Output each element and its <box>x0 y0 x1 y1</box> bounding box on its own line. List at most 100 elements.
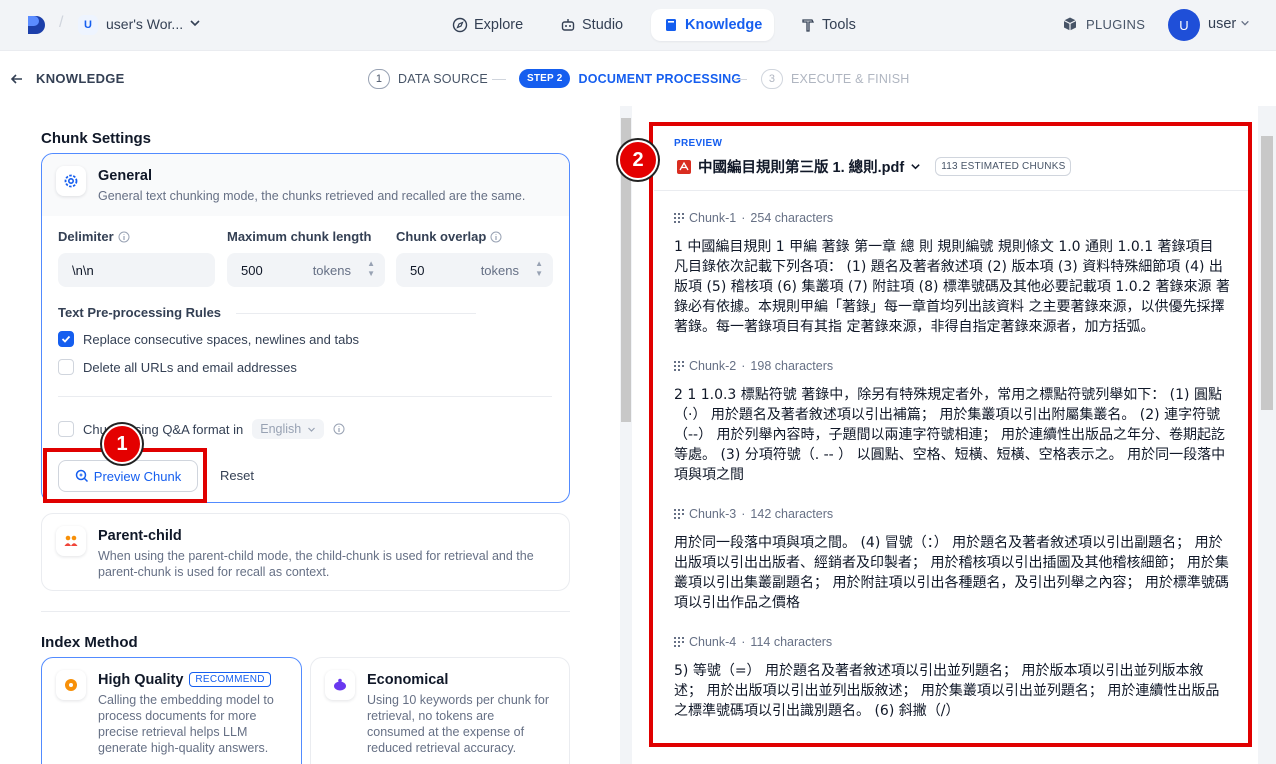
high-quality-description: Calling the embedding model to process d… <box>98 693 274 755</box>
delimiter-label-text: Delimiter <box>58 229 114 244</box>
chevron-down-icon <box>1241 20 1250 26</box>
back-label: KNOWLEDGE <box>36 71 125 86</box>
tab-knowledge[interactable]: Knowledge <box>651 9 775 41</box>
estimated-chunks-badge: 113 ESTIMATED CHUNKS <box>935 157 1072 176</box>
qa-format-option[interactable]: Chu sing Q&A format in English <box>58 419 345 439</box>
tab-studio[interactable]: Studio <box>548 9 635 41</box>
preview-panel: PREVIEW 中國編目規則第三版 1. 總則.pdf 113 ESTIMATE… <box>632 106 1276 764</box>
info-icon[interactable] <box>490 231 502 243</box>
parent-child-header: Parent-child When using the parent-child… <box>42 514 569 592</box>
rule-replace-label: Replace consecutive spaces, newlines and… <box>83 331 360 347</box>
chevron-down-icon <box>308 427 316 432</box>
qa-suffix: sing Q&A format in <box>134 421 244 437</box>
checkbox-checked[interactable] <box>58 331 74 347</box>
info-icon[interactable] <box>333 423 345 435</box>
overlap-input[interactable]: 50 tokens ▲ ▼ <box>396 253 553 287</box>
hammer-icon <box>802 19 815 32</box>
info-icon[interactable] <box>118 231 130 243</box>
avatar[interactable]: U <box>1168 9 1200 41</box>
chunk-char-count: 198 characters <box>750 359 834 373</box>
preview-chunk-label: Preview Chunk <box>93 468 182 484</box>
scrollbar-thumb[interactable] <box>1261 136 1273 410</box>
chunk-item: Chunk-3 · 142 characters 用於同一段落中項與項之間。 (… <box>674 507 1230 613</box>
document-name: 中國編目規則第三版 1. 總則.pdf <box>698 160 905 176</box>
chevron-down-icon[interactable] <box>189 17 201 29</box>
general-mode-description: General text chunking mode, the chunks r… <box>98 189 526 203</box>
chevron-down-icon <box>911 164 920 170</box>
recommend-badge: RECOMMEND <box>189 672 271 687</box>
left-scrollbar[interactable] <box>620 106 632 764</box>
preview-chunk-button[interactable]: Preview Chunk <box>58 460 198 492</box>
tab-tools-label: Tools <box>822 17 856 33</box>
chunk-header: Chunk-2 · 198 characters <box>674 359 1230 373</box>
piggy-bank-icon <box>325 670 355 700</box>
annotation-marker-2: 2 <box>618 140 658 180</box>
preprocessing-rules-title: Text Pre-processing Rules <box>58 305 222 320</box>
chunk-header: Chunk-1 · 254 characters <box>674 211 1230 225</box>
checkbox-unchecked[interactable] <box>58 359 74 375</box>
chunk-header: Chunk-4 · 114 characters <box>674 635 1230 649</box>
max-length-input[interactable]: 500 tokens ▲ ▼ <box>227 253 385 287</box>
chunk-char-count: 114 characters <box>750 635 833 649</box>
economical-header: Economical Using 10 keywords per chunk f… <box>311 658 569 764</box>
app-logo[interactable] <box>26 14 46 36</box>
annotation-marker-1: 1 <box>102 424 142 464</box>
reset-button[interactable]: Reset <box>220 468 254 483</box>
step-label: DOCUMENT PROCESSING <box>578 71 742 86</box>
step-data-source: 1 DATA SOURCE <box>368 69 488 89</box>
overlap-label-text: Chunk overlap <box>396 229 487 244</box>
top-navigation: / U user's Wor... Explore Studio Knowled… <box>0 0 1276 50</box>
workspace-name[interactable]: user's Wor... <box>106 16 183 32</box>
divider <box>654 190 1250 191</box>
language-select[interactable]: English <box>252 419 325 439</box>
tab-tools[interactable]: Tools <box>788 9 868 41</box>
workspace-badge[interactable]: U <box>78 15 98 35</box>
chunk-char-count: 142 characters <box>750 507 834 521</box>
user-menu[interactable]: user <box>1208 16 1250 32</box>
separator-dot: · <box>741 635 746 649</box>
document-selector[interactable]: 中國編目規則第三版 1. 總則.pdf 113 ESTIMATED CHUNKS <box>676 156 1072 177</box>
grid-dots-icon <box>674 213 684 223</box>
rule-replace-spaces[interactable]: Replace consecutive spaces, newlines and… <box>58 331 359 347</box>
chunk-settings-title: Chunk Settings <box>41 130 152 147</box>
parent-child-mode-card[interactable]: Parent-child When using the parent-child… <box>41 513 570 591</box>
delimiter-label: Delimiter <box>58 229 130 244</box>
step-label: DATA SOURCE <box>398 72 488 86</box>
gear-icon <box>56 166 86 196</box>
high-quality-card[interactable]: High Quality RECOMMEND Calling the embedd… <box>41 657 302 764</box>
chunk-name: Chunk-2 <box>689 359 737 373</box>
max-length-unit: tokens <box>312 262 351 278</box>
index-method-title: Index Method <box>41 634 138 651</box>
max-length-value: 500 <box>241 262 263 278</box>
chunk-settings-panel: Chunk Settings General General text chun… <box>0 106 632 764</box>
chunk-text: 5) 等號（=） 用於題名及著者敘述項以引出並列題名； 用於版本項以引出並列版本… <box>674 663 1220 719</box>
stepper-icon[interactable]: ▲ ▼ <box>535 259 543 279</box>
divider <box>41 611 570 612</box>
economical-card[interactable]: Economical Using 10 keywords per chunk f… <box>310 657 570 764</box>
chunk-name: Chunk-1 <box>689 211 737 225</box>
tab-explore[interactable]: Explore <box>440 9 535 41</box>
overlap-label: Chunk overlap <box>396 229 502 244</box>
stepper-icon[interactable]: ▲ ▼ <box>367 259 375 279</box>
plugins-button[interactable]: PLUGINS <box>1062 16 1145 32</box>
right-scrollbar[interactable] <box>1258 106 1276 764</box>
max-length-label: Maximum chunk length <box>227 229 372 244</box>
economical-description: Using 10 keywords per chunk for retrieva… <box>367 693 550 755</box>
step-execute-finish: 3 EXECUTE & FINISH <box>761 69 910 89</box>
step-number: 3 <box>761 69 783 89</box>
search-icon <box>75 469 88 483</box>
back-to-knowledge[interactable]: KNOWLEDGE <box>10 71 125 86</box>
tab-studio-label: Studio <box>582 17 624 33</box>
general-mode-title: General <box>98 168 152 184</box>
tab-explore-label: Explore <box>474 17 524 33</box>
chunk-text: 2 1 1.0.3 標點符號 著錄中，除另有特殊規定者外，常用之標點符號列舉如下… <box>674 387 1226 483</box>
chunk-header: Chunk-3 · 142 characters <box>674 507 1230 521</box>
delimiter-input[interactable]: \n\n <box>58 253 215 287</box>
breadcrumb-separator: / <box>59 14 64 31</box>
chunk-item: Chunk-2 · 198 characters 2 1 1.0.3 標點符號 … <box>674 359 1230 485</box>
checkbox-unchecked[interactable] <box>58 421 74 437</box>
chunk-char-count: 254 characters <box>750 211 834 225</box>
rule-delete-urls[interactable]: Delete all URLs and email addresses <box>58 359 297 375</box>
step-number: 1 <box>368 69 390 89</box>
step-label: EXECUTE & FINISH <box>791 72 910 86</box>
